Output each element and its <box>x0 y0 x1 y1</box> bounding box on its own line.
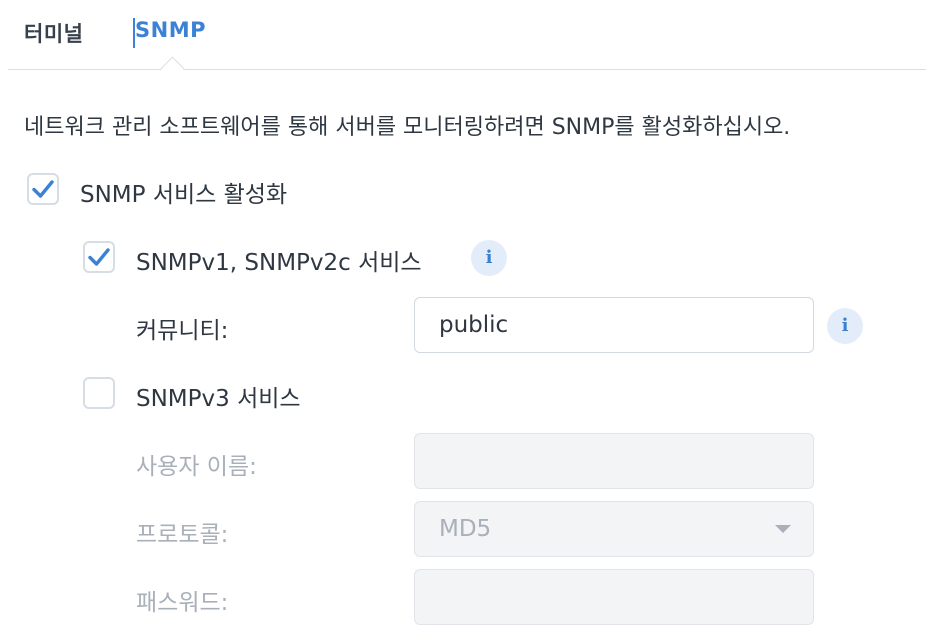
username-input[interactable] <box>414 433 814 489</box>
active-tab-indicator <box>160 56 185 81</box>
tab-bar: 터미널 SNMP <box>0 0 926 81</box>
tab-divider <box>8 69 926 70</box>
snmp-v1v2c-checkbox[interactable] <box>83 241 115 273</box>
tab-terminal[interactable]: 터미널 <box>24 18 83 48</box>
snmp-enable-checkbox[interactable] <box>27 173 59 205</box>
password-input[interactable] <box>414 569 814 625</box>
username-label: 사용자 이름: <box>136 454 257 480</box>
tab-snmp-label: SNMP <box>135 18 206 42</box>
text-cursor <box>133 18 135 48</box>
tab-snmp[interactable]: SNMP <box>133 18 206 48</box>
info-icon[interactable]: i <box>471 240 507 276</box>
snmp-enable-label: SNMP 서비스 활성화 <box>80 182 288 208</box>
password-label: 패스워드: <box>136 590 229 616</box>
protocol-selected-value: MD5 <box>439 516 492 542</box>
snmp-v3-checkbox[interactable] <box>83 377 115 409</box>
snmp-v3-label: SNMPv3 서비스 <box>136 386 301 412</box>
chevron-down-icon <box>775 525 791 533</box>
community-label: 커뮤니티: <box>136 318 229 344</box>
community-input[interactable]: public <box>414 297 814 353</box>
checkmark-icon <box>32 180 54 198</box>
protocol-select[interactable]: MD5 <box>414 501 814 557</box>
snmp-v1v2c-label: SNMPv1, SNMPv2c 서비스 <box>136 250 422 276</box>
info-icon[interactable]: i <box>827 308 863 344</box>
description-text: 네트워크 관리 소프트웨어를 통해 서버를 모니터링하려면 SNMP를 활성화하… <box>24 115 791 140</box>
checkmark-icon <box>88 248 110 266</box>
protocol-label: 프로토콜: <box>136 522 229 548</box>
